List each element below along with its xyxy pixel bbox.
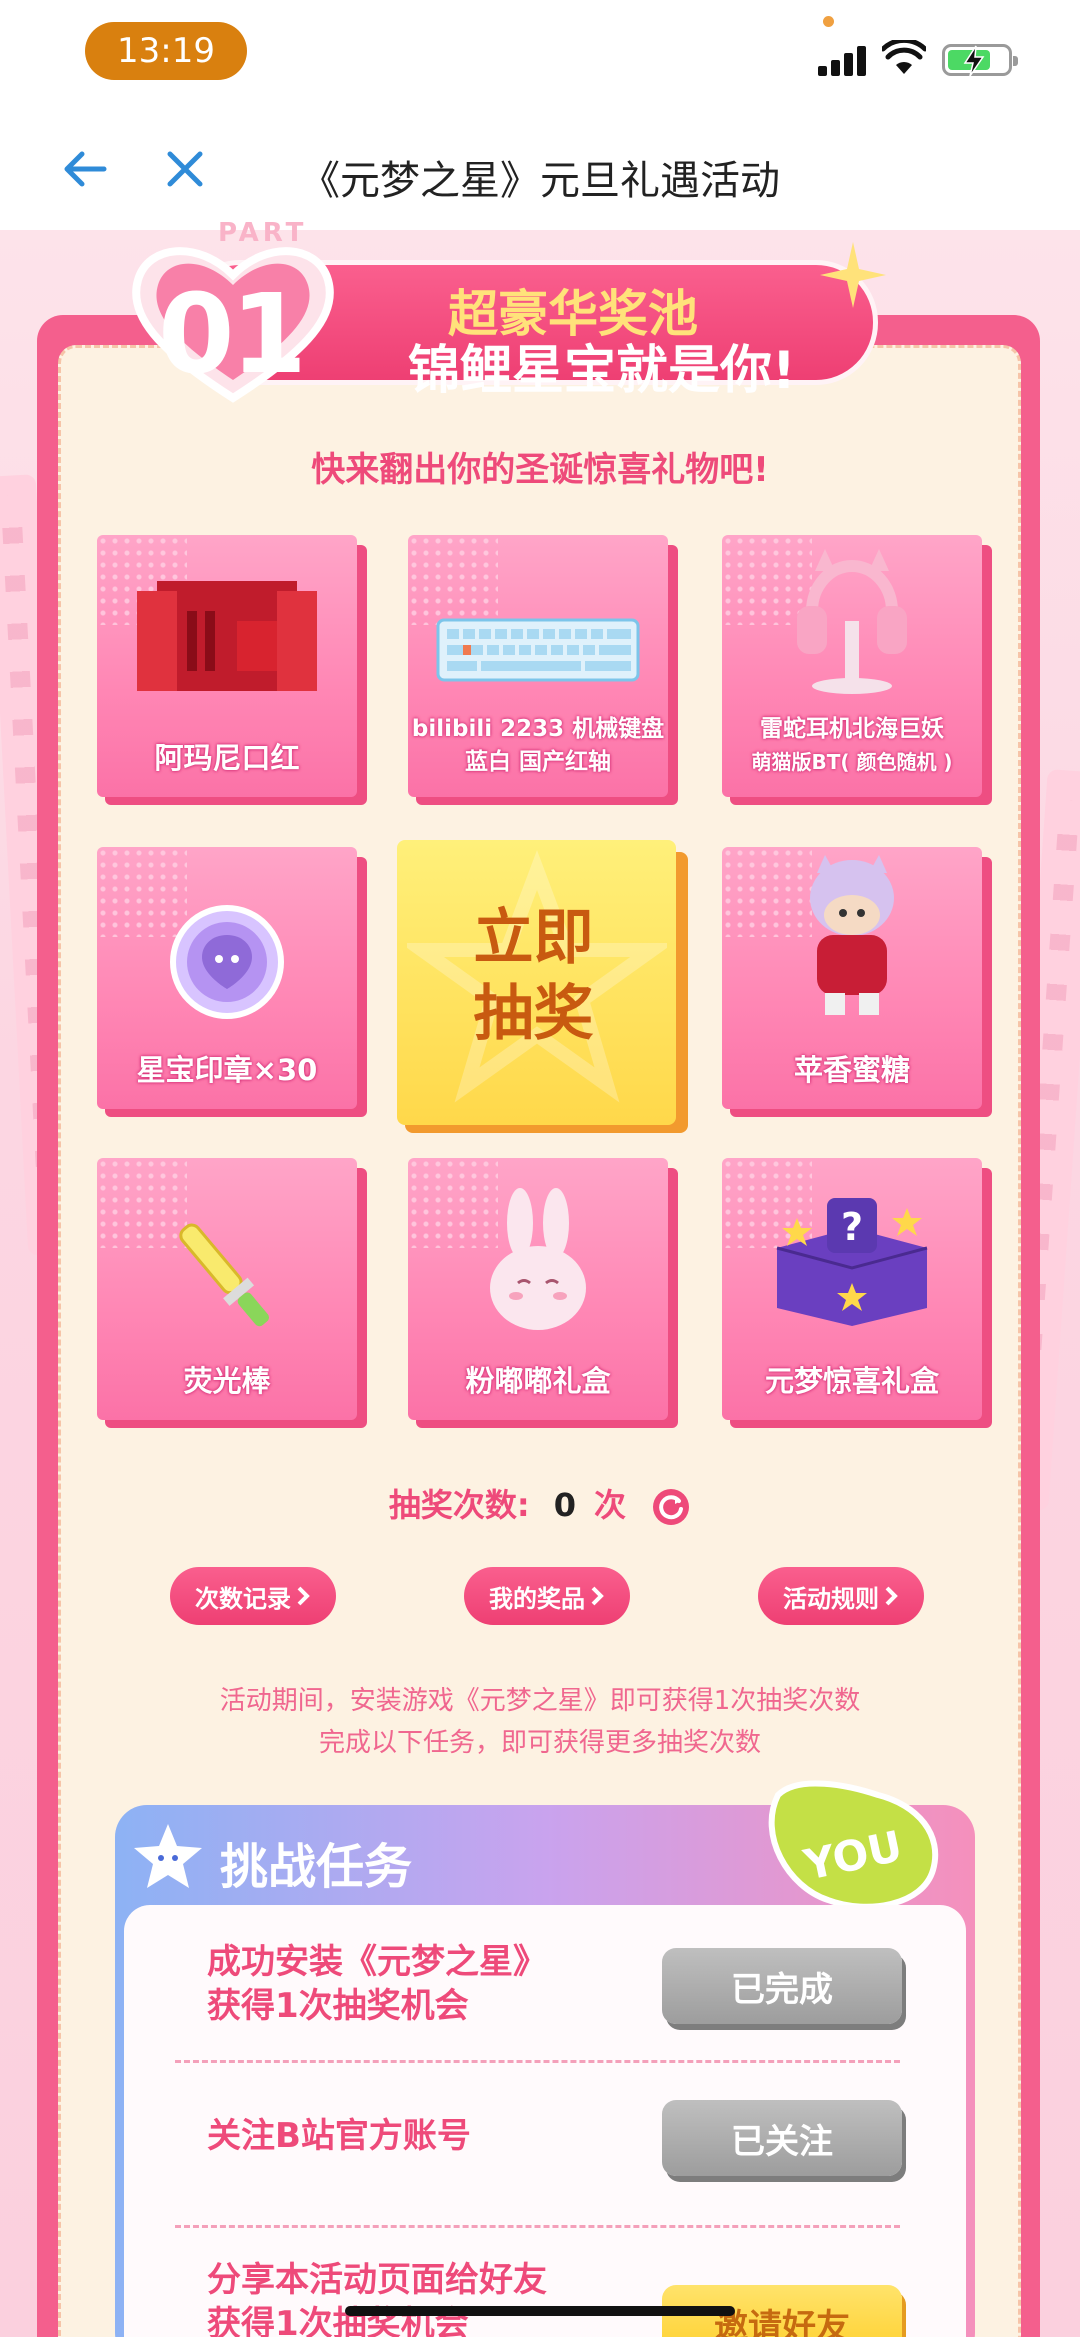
draw-button-line1: 立即 bbox=[473, 903, 594, 973]
prize-card-armani-lipstick: 阿玛尼口红 bbox=[97, 535, 367, 805]
task-line2: 获得1次抽奖机会 bbox=[207, 1986, 469, 2026]
status-time: 13:19 bbox=[85, 22, 247, 80]
surprise-gift-box-image: ? bbox=[776, 1198, 928, 1326]
task-divider bbox=[175, 2225, 900, 2228]
prize-label: 苹香蜜糖 bbox=[793, 1053, 910, 1087]
chevron-right-icon bbox=[297, 1586, 310, 1606]
activity-rules-label: 活动规则 bbox=[783, 1584, 879, 1613]
task-share-text: 分享本活动页面给好友 获得1次抽奖机会 bbox=[207, 2258, 547, 2337]
task-line1: 关注B站官方账号 bbox=[207, 2116, 471, 2156]
refresh-icon[interactable] bbox=[651, 1487, 691, 1527]
activity-rules-button[interactable]: 活动规则 bbox=[758, 1567, 924, 1625]
prize-label: 雷蛇耳机北海巨妖 萌猫版BT( 颜色随机 ) bbox=[722, 713, 982, 779]
task-divider bbox=[175, 2060, 900, 2063]
battery-icon bbox=[942, 44, 1018, 77]
banner-part-label: PART bbox=[218, 218, 308, 248]
glow-stick-image bbox=[179, 1223, 270, 1327]
lipstick-gift-box-image bbox=[137, 581, 317, 691]
task-install-status-button[interactable]: 已完成 bbox=[662, 1948, 902, 2024]
draw-button-line2: 抽奖 bbox=[473, 979, 594, 1049]
prize-label-line2: 蓝白 国产红轴 bbox=[464, 749, 611, 775]
task-install-text: 成功安装《元梦之星》 获得1次抽奖机会 bbox=[207, 1940, 547, 2028]
draw-count-unit: 次 bbox=[593, 1486, 626, 1524]
challenge-tasks-title: 挑战任务 bbox=[220, 1839, 413, 1895]
prize-label-line1: 雷蛇耳机北海巨妖 bbox=[760, 716, 944, 742]
svg-text:?: ? bbox=[841, 1205, 863, 1249]
task-follow-status-button[interactable]: 已关注 bbox=[662, 2100, 902, 2176]
prize-card-keyboard: bilibili 2233 机械键盘 蓝白 国产红轴 bbox=[408, 535, 678, 805]
task-line1: 分享本活动页面给好友 bbox=[207, 2260, 547, 2300]
prize-card-apple-candy: 苹香蜜糖 bbox=[722, 847, 992, 1117]
draw-count: 抽奖次数: 0 次 bbox=[0, 1480, 1080, 1527]
status-bar: 13:19 bbox=[0, 0, 1080, 110]
privacy-indicator-dot bbox=[823, 16, 834, 27]
keyboard-image bbox=[436, 618, 640, 682]
draw-count-label: 抽奖次数: bbox=[388, 1486, 530, 1524]
home-indicator bbox=[345, 2306, 735, 2316]
star-face-icon bbox=[134, 1824, 202, 1888]
banner-subtitle: 锦鲤星宝就是你! bbox=[408, 341, 796, 401]
prize-label: bilibili 2233 机械键盘 蓝白 国产红轴 bbox=[408, 713, 668, 779]
banner-number: 01 bbox=[158, 270, 307, 398]
prize-label: 荧光棒 bbox=[183, 1364, 271, 1398]
cat-ear-headset-image bbox=[797, 549, 907, 694]
prize-label-line1: bilibili 2233 机械键盘 bbox=[411, 716, 665, 742]
prize-pool-subtitle: 快来翻出你的圣诞惊喜礼物吧! bbox=[311, 450, 769, 490]
prize-label: 粉嘟嘟礼盒 bbox=[465, 1364, 611, 1398]
prize-pool-banner: PART 01 超豪华奖池 锦鲤星宝就是你! bbox=[118, 218, 886, 403]
sparkle-icon bbox=[820, 242, 886, 308]
prize-label: 元梦惊喜礼盒 bbox=[764, 1364, 939, 1398]
task-follow-text: 关注B站官方账号 bbox=[207, 2114, 471, 2158]
draw-count-value: 0 bbox=[553, 1486, 576, 1524]
draw-now-button[interactable]: 立即 抽奖 bbox=[397, 840, 688, 1133]
banner-number-badge: PART 01 bbox=[118, 218, 348, 410]
draw-records-label: 次数记录 bbox=[195, 1584, 291, 1613]
star-seal-coin-image bbox=[170, 905, 284, 1019]
bunny-plush-image bbox=[490, 1188, 586, 1330]
wifi-icon bbox=[882, 40, 926, 74]
prize-card-star-seal: 星宝印章×30 bbox=[97, 847, 367, 1117]
prize-label-line2: 萌猫版BT( 颜色随机 ) bbox=[751, 750, 953, 774]
task-line1: 成功安装《元梦之星》 bbox=[207, 1942, 547, 1982]
draw-records-button[interactable]: 次数记录 bbox=[170, 1567, 336, 1625]
chevron-right-icon bbox=[591, 1586, 604, 1606]
star-buddy-costume-image bbox=[810, 855, 894, 1015]
cellular-signal-icon bbox=[818, 44, 868, 76]
prize-card-glow-stick: 荧光棒 bbox=[97, 1158, 367, 1428]
rock-hand-sticker-icon: YOU bbox=[768, 1780, 939, 1910]
prize-label: 星宝印章×30 bbox=[136, 1053, 318, 1087]
prize-card-pink-gift-box: 粉嘟嘟礼盒 bbox=[408, 1158, 678, 1428]
my-prizes-label: 我的奖品 bbox=[489, 1584, 585, 1613]
chevron-right-icon bbox=[885, 1586, 898, 1606]
page-title: 《元梦之星》元旦礼遇活动 bbox=[300, 158, 780, 204]
my-prizes-button[interactable]: 我的奖品 bbox=[464, 1567, 630, 1625]
prize-label: 阿玛尼口红 bbox=[154, 741, 300, 775]
prize-card-razer-headset: 雷蛇耳机北海巨妖 萌猫版BT( 颜色随机 ) bbox=[722, 535, 992, 805]
activity-note-1: 活动期间，安装游戏《元梦之星》即可获得1次抽奖次数 bbox=[219, 1686, 861, 1716]
prize-card-surprise-gift-box: ? 元梦惊喜礼盒 bbox=[722, 1158, 992, 1428]
nav-bar: 《元梦之星》元旦礼遇活动 bbox=[0, 110, 1080, 230]
activity-note-2: 完成以下任务，即可获得更多抽奖次数 bbox=[318, 1728, 761, 1758]
